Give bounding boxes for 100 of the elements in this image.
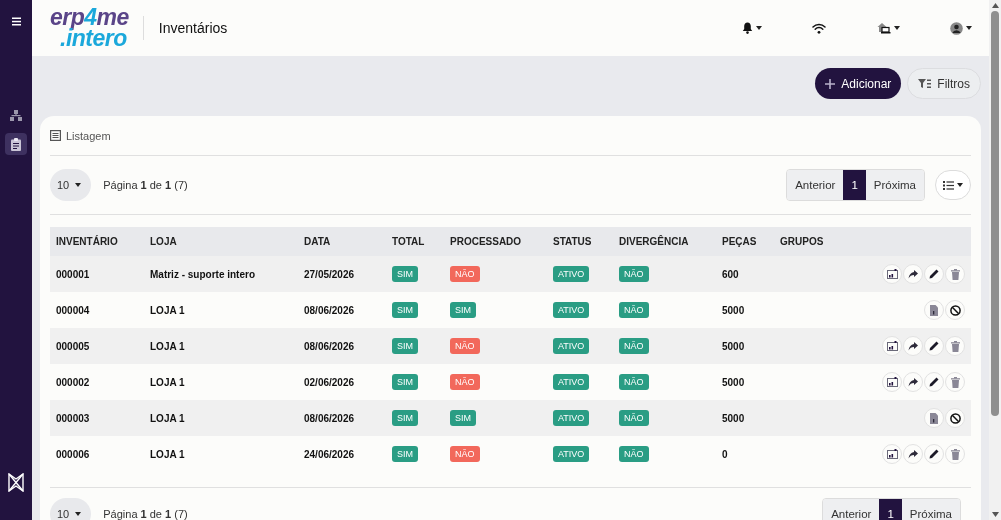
filter-button[interactable]: Filtros [907, 68, 981, 99]
brand-logo-icon [7, 473, 25, 492]
edit-button[interactable] [924, 264, 944, 284]
table-cell-text: LOJA 1 [150, 340, 186, 352]
chart-report-icon [886, 377, 898, 387]
table-cell-text: 5000 [722, 412, 746, 424]
table-cell-text: 5000 [722, 304, 746, 316]
user-avatar-icon [950, 21, 963, 35]
document-icon [930, 412, 938, 424]
status-badge: NÃO [450, 446, 480, 462]
chart-report-icon [886, 449, 898, 459]
table-cell-text: 5000 [722, 376, 746, 388]
scroll-up-icon[interactable] [991, 3, 999, 8]
next-button[interactable]: Próxima [901, 499, 960, 520]
report-button[interactable] [882, 336, 902, 356]
page-title: Inventários [158, 20, 228, 36]
table-cell-text: LOJA 1 [150, 412, 186, 424]
status-badge: SIM [392, 446, 418, 462]
status-badge: SIM [392, 302, 418, 318]
next-button[interactable]: Próxima [865, 170, 924, 200]
status-badge: NÃO [619, 374, 649, 390]
table-cell-text: 000005 [56, 340, 91, 352]
share-arrow-icon [908, 377, 918, 387]
report-button[interactable] [882, 264, 902, 284]
table-cell-text: 000006 [56, 448, 91, 460]
status-badge: NÃO [619, 266, 649, 282]
table-cell-text: 000002 [56, 376, 91, 388]
table-cell-text: Matriz - suporte intero [150, 268, 256, 280]
page-number-button[interactable]: 1 [879, 499, 902, 520]
block-icon [949, 304, 961, 316]
caret-icon [756, 26, 762, 30]
page-size-dropdown[interactable]: 10 [50, 498, 92, 520]
page-info: Página 1 de 1 (7) [103, 179, 188, 191]
column-header: LOJA [150, 236, 178, 247]
report-button[interactable] [882, 372, 902, 392]
table-cell-text: LOJA 1 [150, 304, 186, 316]
list-icon [50, 130, 61, 141]
notifications-button[interactable] [742, 22, 762, 34]
view-options-button[interactable] [935, 170, 971, 200]
table-cell-text: 000001 [56, 268, 91, 280]
previous-button[interactable]: Anterior [823, 499, 880, 520]
share-button[interactable] [903, 372, 923, 392]
table-cell-text: LOJA 1 [150, 448, 186, 460]
table-cell-text: 000004 [56, 304, 91, 316]
column-header: GRUPOS [780, 236, 825, 247]
status-badge: NÃO [619, 410, 649, 426]
caret-icon [75, 512, 82, 516]
status-badge: NÃO [450, 374, 480, 390]
filter-icon [918, 78, 932, 89]
house-laptop-icon [876, 22, 891, 34]
trash-icon [950, 268, 960, 280]
page-number-button[interactable]: 1 [843, 170, 866, 200]
status-badge: ATIVO [553, 410, 590, 426]
previous-button[interactable]: Anterior [787, 170, 844, 200]
scrollbar-thumb[interactable] [991, 11, 999, 416]
scroll-down-icon[interactable] [991, 512, 999, 517]
edit-button[interactable] [924, 372, 944, 392]
share-button[interactable] [903, 444, 923, 464]
connection-button[interactable] [812, 22, 827, 34]
page-info: Página 1 de 1 (7) [103, 508, 188, 520]
report-button[interactable] [882, 444, 902, 464]
status-badge: NÃO [619, 302, 649, 318]
status-badge: ATIVO [553, 338, 590, 354]
column-header: DATA [304, 236, 332, 247]
table-cell-text: 27/05/2026 [304, 268, 356, 280]
chart-report-icon [886, 341, 898, 351]
trash-icon [950, 376, 960, 388]
trash-icon [950, 340, 960, 352]
status-badge: NÃO [619, 446, 649, 462]
caret-icon [75, 183, 82, 187]
status-badge: SIM [392, 374, 418, 390]
column-header: TOTAL [392, 236, 426, 247]
table-cell-text: 0 [722, 448, 729, 460]
share-button[interactable] [903, 264, 923, 284]
table-cell-text: 08/06/2026 [304, 340, 356, 352]
store-button[interactable] [876, 22, 900, 34]
sidebar-item[interactable] [5, 133, 27, 155]
edit-button[interactable] [924, 444, 944, 464]
status-badge: ATIVO [553, 374, 590, 390]
caret-icon [966, 26, 972, 30]
trash-icon [950, 448, 960, 460]
block-button[interactable] [945, 300, 965, 320]
user-menu-button[interactable] [950, 21, 972, 35]
caret-icon [957, 183, 963, 187]
list-icon [943, 180, 954, 190]
page-size-dropdown[interactable]: 10 [50, 169, 92, 201]
block-icon [949, 412, 961, 424]
column-header: STATUS [553, 236, 593, 247]
add-button[interactable]: Adicionar [815, 68, 902, 99]
edit-button[interactable] [924, 336, 944, 356]
document-icon [930, 304, 938, 316]
share-arrow-icon [908, 449, 918, 459]
clipboard-icon [11, 137, 21, 151]
pencil-icon [929, 377, 939, 387]
card-title: Listagem [66, 129, 111, 142]
block-button[interactable] [945, 408, 965, 428]
column-header: DIVERGÊNCIA [619, 236, 690, 247]
status-badge: ATIVO [553, 266, 590, 282]
share-button[interactable] [903, 336, 923, 356]
table-cell-text: 600 [722, 268, 740, 280]
